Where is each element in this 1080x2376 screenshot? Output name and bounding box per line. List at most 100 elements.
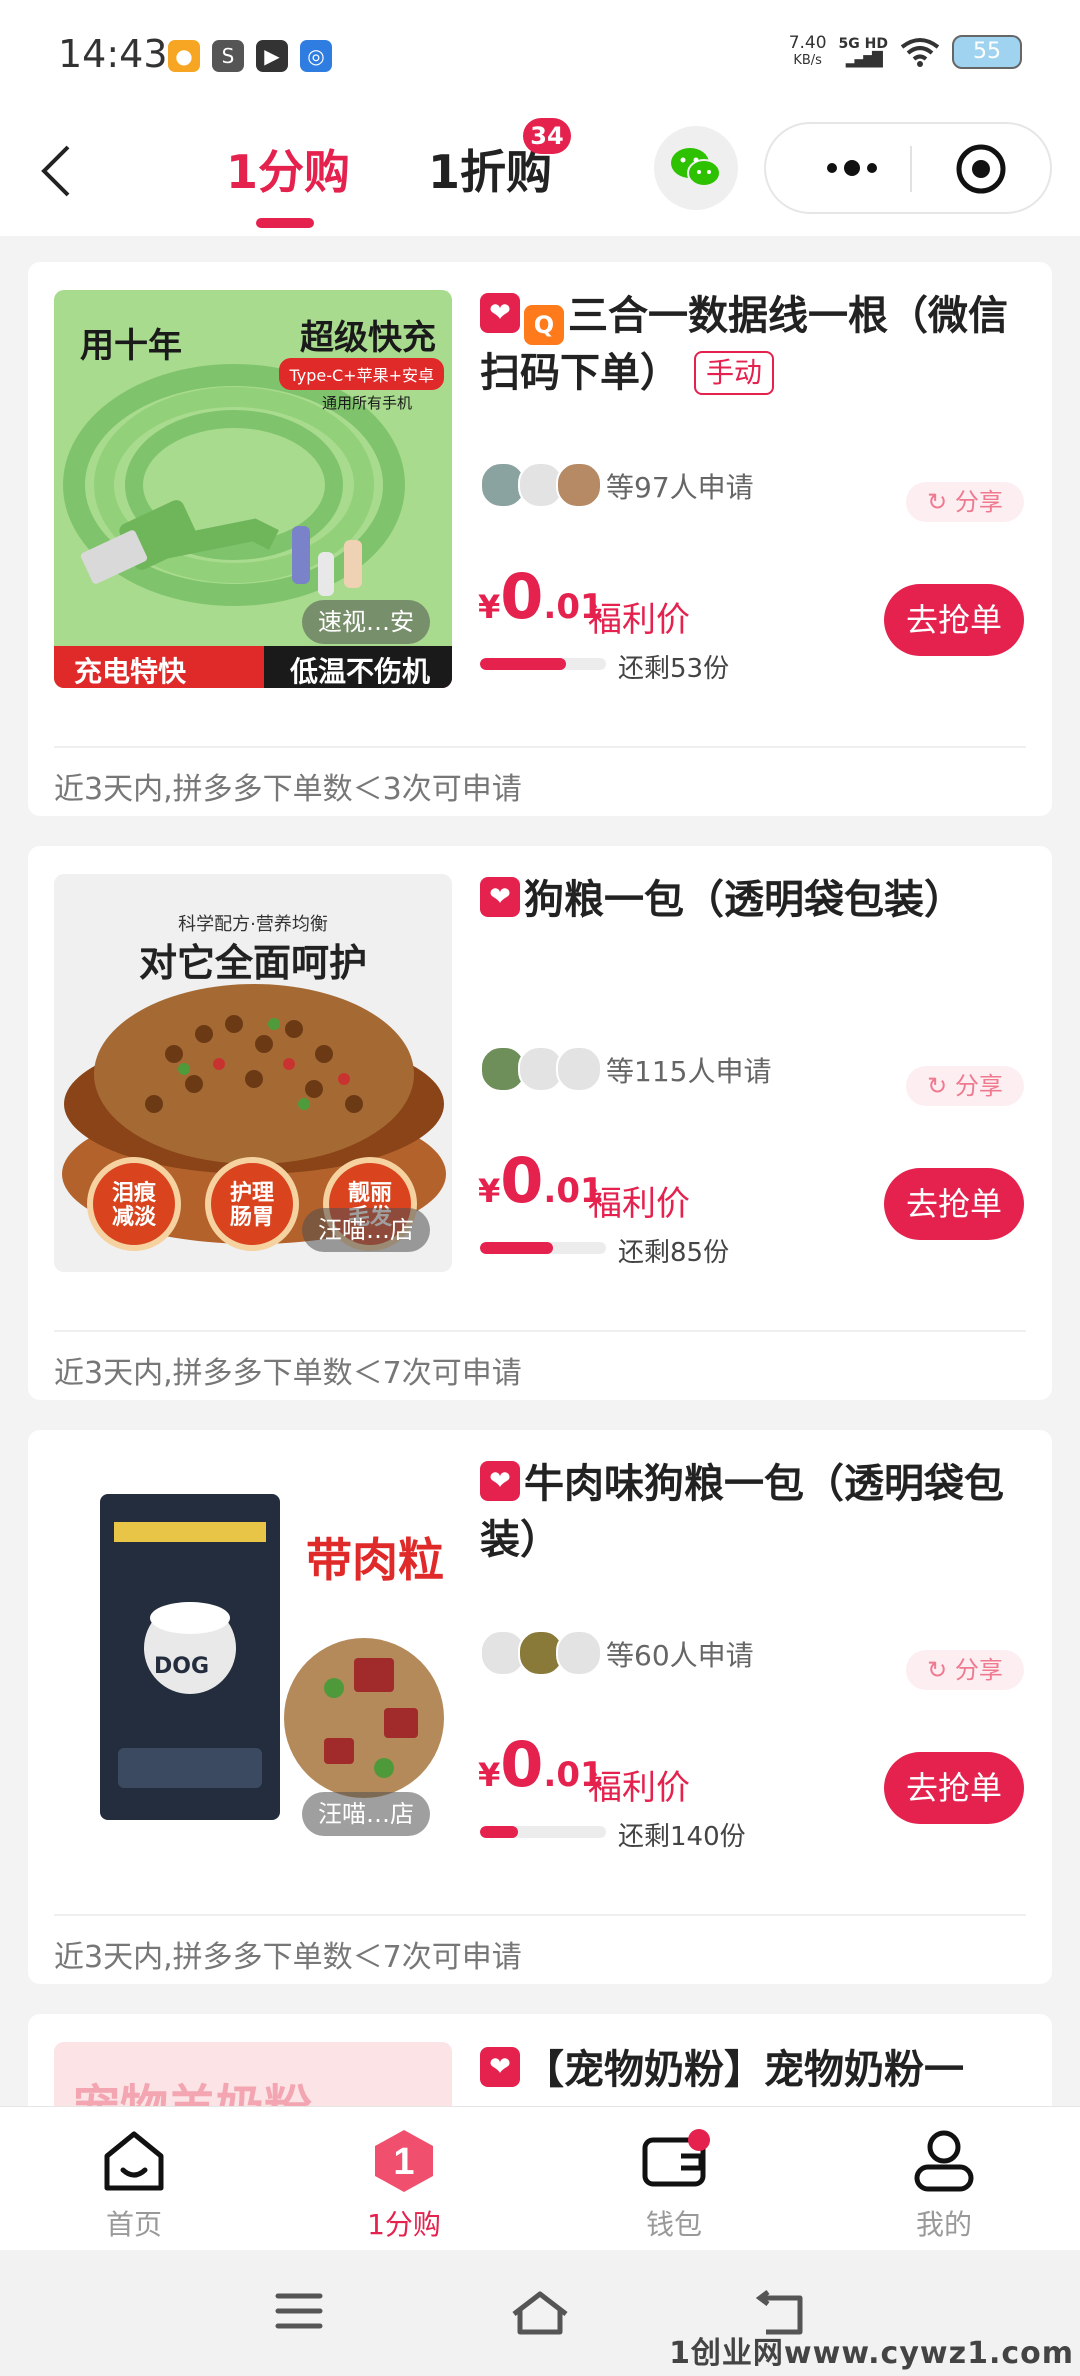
nav-mine-label: 我的 xyxy=(915,2208,972,2241)
pdd-icon xyxy=(480,2047,520,2087)
price: ¥0.01 xyxy=(478,560,604,633)
eligibility-rule: 近3天内,拼多多下单数＜7次可申请 xyxy=(54,1940,522,1975)
price: ¥0.01 xyxy=(478,1144,604,1217)
wechat-button[interactable] xyxy=(654,126,738,210)
product-card[interactable]: 科学配方·营养均衡 对它全面呵护 泪痕减淡 护理肠胃 靓丽毛发 汪喵…店 狗粮一… xyxy=(28,846,1052,1400)
back-button[interactable] xyxy=(26,136,86,206)
product-title[interactable]: Q三合一数据线一根（微信扫码下单） 手动 xyxy=(480,288,1040,401)
one-badge-icon: 1 xyxy=(375,2130,433,2192)
chevron-left-icon xyxy=(41,145,70,197)
avatar xyxy=(556,1046,602,1092)
avatar xyxy=(556,1630,602,1676)
share-icon: ↻ xyxy=(927,1072,955,1100)
tab-one-cent[interactable]: 1分购 xyxy=(226,136,350,202)
status-app-icons: ● S ▶ ◎ xyxy=(168,40,332,72)
nav-home[interactable]: 首页 xyxy=(64,2125,204,2243)
pdd-icon xyxy=(480,293,520,333)
system-nav-bar: 1创业网www.cywz1.com xyxy=(0,2250,1080,2376)
image-text-top-left: 用十年 xyxy=(80,326,182,366)
divider xyxy=(54,746,1026,748)
battery-icon: 55 xyxy=(952,35,1022,69)
more-button[interactable] xyxy=(812,124,892,212)
stock-progress-bar xyxy=(480,1242,606,1254)
product-image[interactable]: 带肉粒 DOG 汪喵…店 xyxy=(54,1458,452,1856)
wifi-icon xyxy=(900,38,940,67)
eligibility-rule: 近3天内,拼多多下单数＜3次可申请 xyxy=(54,772,522,807)
image-text-bottom-left: 充电特快 xyxy=(74,655,187,688)
image-badge: Type-C+苹果+安卓 xyxy=(279,358,444,390)
stock-progress-bar xyxy=(480,658,606,670)
product-card[interactable]: 用十年 超级快充 Type-C+苹果+安卓 通用所有手机 充电特快 低温不伤机 … xyxy=(28,262,1052,816)
status-bar: 14:43 ● S ▶ ◎ 7.40 KB/s 5G HD ▂▄▆█ 55 xyxy=(0,0,1080,110)
avatar xyxy=(556,462,602,508)
svg-text:1: 1 xyxy=(393,2141,414,2183)
menu-icon[interactable] xyxy=(274,2290,324,2332)
nav-one-cent[interactable]: 1 1分购 xyxy=(334,2125,474,2243)
status-time: 14:43 xyxy=(58,32,168,76)
scan-search-icon: Q xyxy=(524,305,564,345)
signal-icon: 5G HD ▂▄▆█ xyxy=(838,36,888,68)
pdd-icon xyxy=(480,1461,520,1501)
applicant-avatars xyxy=(480,1046,602,1092)
nav-wallet-label: 钱包 xyxy=(645,2208,702,2241)
product-title[interactable]: 狗粮一包（透明袋包装） xyxy=(480,872,1040,928)
system-home-icon[interactable] xyxy=(510,2290,570,2336)
nav-wallet[interactable]: 钱包 xyxy=(604,2125,744,2243)
image-headline: 宠物羊奶粉 xyxy=(72,2068,312,2106)
share-icon: ↻ xyxy=(927,1656,955,1684)
tab-badge: 34 xyxy=(523,118,571,154)
close-target-icon[interactable] xyxy=(954,142,1008,196)
image-text-top-right: 超级快充 xyxy=(300,318,436,358)
remaining-count: 还剩53份 xyxy=(618,654,730,684)
share-icon: ↻ xyxy=(927,488,955,516)
app-circle-icon: ◎ xyxy=(300,40,332,72)
shop-tag: 汪喵…店 xyxy=(302,1792,430,1836)
manual-tag: 手动 xyxy=(693,351,774,395)
nav-mine[interactable]: 我的 xyxy=(874,2125,1014,2243)
image-bag-text: DOG xyxy=(154,1654,210,1679)
share-button[interactable]: ↻ 分享 xyxy=(906,1066,1024,1106)
wechat-icon xyxy=(671,148,721,187)
product-image[interactable]: 科学配方·营养均衡 对它全面呵护 泪痕减淡 护理肠胃 靓丽毛发 汪喵…店 xyxy=(54,874,452,1272)
weibo-icon: ● xyxy=(168,40,200,72)
price-label: 福利价 xyxy=(588,1184,690,1224)
image-text-bottom-right: 低温不伤机 xyxy=(290,655,431,688)
shop-tag: 汪喵…店 xyxy=(302,1208,430,1252)
grab-order-button[interactable]: 去抢单 xyxy=(884,1168,1024,1240)
app-s-icon: S xyxy=(212,40,244,72)
product-card[interactable]: 带肉粒 DOG 汪喵…店 牛肉味狗粮一包（透明袋包装） 等60人申请 ↻ 分享 … xyxy=(28,1430,1052,1984)
play-icon: ▶ xyxy=(256,40,288,72)
applicant-avatars xyxy=(480,462,602,508)
price: ¥0.01 xyxy=(478,1728,604,1801)
nav-one-cent-label: 1分购 xyxy=(367,2208,441,2241)
share-button[interactable]: ↻ 分享 xyxy=(906,1650,1024,1690)
more-dots-icon xyxy=(827,160,877,176)
watermark: 1创业网www.cywz1.com xyxy=(669,2336,1074,2371)
mini-program-capsule xyxy=(764,122,1052,214)
active-tab-indicator xyxy=(256,218,314,228)
grab-order-button[interactable]: 去抢单 xyxy=(884,1752,1024,1824)
eligibility-rule: 近3天内,拼多多下单数＜7次可申请 xyxy=(54,1356,522,1391)
remaining-count: 还剩85份 xyxy=(618,1238,730,1268)
remaining-count: 还剩140份 xyxy=(618,1822,746,1852)
pdd-icon xyxy=(480,877,520,917)
image-subtext: 通用所有手机 xyxy=(321,394,412,412)
price-label: 福利价 xyxy=(588,600,690,640)
image-circle-1: 泪痕减淡 xyxy=(111,1181,156,1230)
product-image[interactable]: 用十年 超级快充 Type-C+苹果+安卓 通用所有手机 充电特快 低温不伤机 … xyxy=(54,290,452,688)
applicant-count: 等60人申请 xyxy=(606,1639,754,1672)
product-title[interactable]: 【宠物奶粉】宠物奶粉一 xyxy=(480,2042,1040,2098)
product-image[interactable]: 宠物羊奶粉 xyxy=(54,2042,452,2106)
applicant-count: 等97人申请 xyxy=(606,471,754,504)
bottom-nav: 首页 1 1分购 钱包 我的 xyxy=(0,2106,1080,2251)
grab-order-button[interactable]: 去抢单 xyxy=(884,584,1024,656)
share-button[interactable]: ↻ 分享 xyxy=(906,482,1024,522)
image-headline: 带肉粒 xyxy=(306,1533,444,1587)
product-card[interactable]: 宠物羊奶粉 【宠物奶粉】宠物奶粉一 xyxy=(28,2014,1052,2106)
notification-dot xyxy=(688,2129,710,2151)
divider xyxy=(54,1914,1026,1916)
image-headline: 对它全面呵护 xyxy=(138,941,367,985)
image-circle-2: 护理肠胃 xyxy=(229,1181,274,1230)
product-title[interactable]: 牛肉味狗粮一包（透明袋包装） xyxy=(480,1456,1040,1568)
home-icon xyxy=(104,2131,164,2191)
